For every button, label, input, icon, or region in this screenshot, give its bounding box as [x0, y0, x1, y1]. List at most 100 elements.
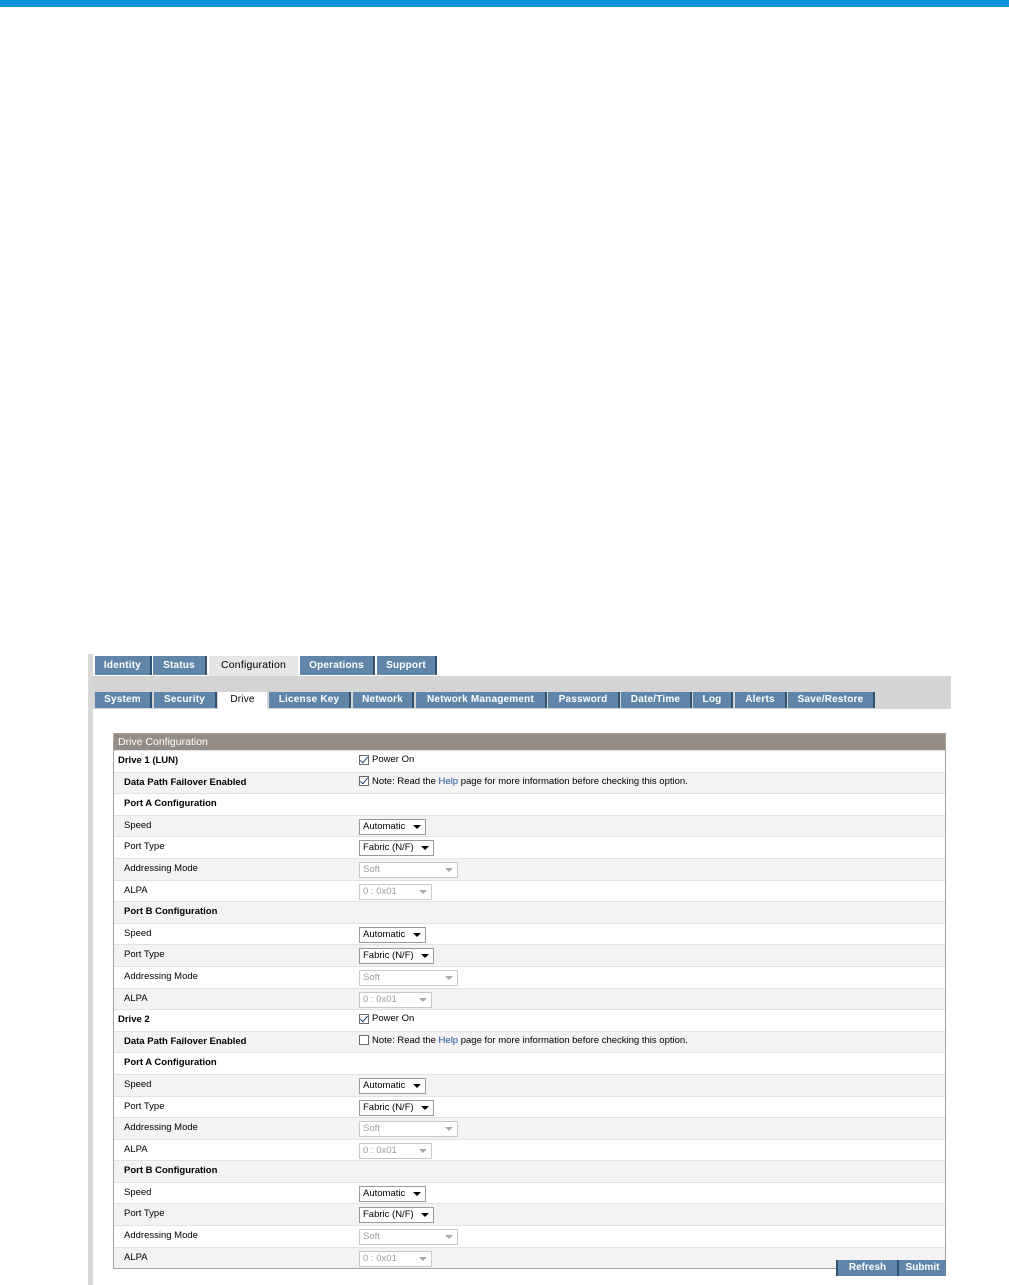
speed-row: Speed Automatic [114, 922, 945, 945]
alpa-select: 0 : 0x01 [359, 1250, 432, 1267]
speed-select[interactable]: Automatic [359, 818, 426, 835]
chevron-down-icon [419, 1148, 427, 1153]
submit-button[interactable]: Submit [897, 1260, 946, 1276]
port-type-row: Port Type Fabric (N/F) [114, 944, 945, 966]
port-type-label: Port Type [124, 841, 165, 853]
port-section-row: Port A Configuration [114, 1052, 945, 1074]
drive-name: Drive 2 [118, 1014, 150, 1026]
addressing-mode-row: Addressing Mode Soft [114, 1225, 945, 1247]
addressing-mode-row: Addressing Mode Soft [114, 857, 945, 880]
speed-label: Speed [124, 927, 152, 939]
tab-operations[interactable]: Operations [300, 656, 375, 675]
alpa-label: ALPA [124, 1143, 148, 1155]
tab-configuration[interactable]: Configuration [209, 656, 298, 678]
chevron-down-icon [445, 975, 453, 980]
subtab-save-restore[interactable]: Save/Restore [788, 692, 875, 708]
power-on-checkbox[interactable] [359, 754, 369, 765]
subtab-date-time[interactable]: Date/Time [621, 692, 692, 708]
port-type-label: Port Type [124, 1208, 165, 1220]
subtab-network-management[interactable]: Network Management [416, 692, 547, 708]
port-type-label: Port Type [124, 1100, 165, 1112]
addressing-mode-row: Addressing Mode Soft [114, 1117, 945, 1139]
alpa-row: ALPA 0 : 0x01 [114, 879, 945, 902]
chevron-down-icon [445, 1127, 453, 1132]
failover-checkbox[interactable] [359, 776, 369, 787]
port-a-heading: Port A Configuration [124, 1057, 217, 1069]
subtab-network[interactable]: Network [353, 692, 414, 708]
left-border [88, 654, 93, 1285]
alpa-select: 0 : 0x01 [359, 1142, 432, 1159]
chevron-down-icon [445, 867, 453, 872]
tab-identity[interactable]: Identity [95, 656, 152, 675]
drive-row: Drive 1 (LUN) Power On [114, 750, 945, 772]
subtab-drive[interactable]: Drive [218, 692, 267, 710]
chevron-down-icon [421, 954, 429, 959]
subtab-password[interactable]: Password [548, 692, 620, 708]
addressing-mode-select: Soft [359, 969, 458, 986]
port-type-select[interactable]: Fabric (N/F) [359, 1099, 434, 1116]
addressing-mode-label: Addressing Mode [124, 970, 198, 982]
port-b-heading: Port B Configuration [124, 906, 218, 918]
tab-support[interactable]: Support [377, 656, 437, 675]
chevron-down-icon [421, 846, 429, 851]
failover-note: Note: Read the Help page for more inform… [372, 775, 688, 787]
drive-name: Drive 1 (LUN) [118, 755, 179, 766]
subtab-log[interactable]: Log [693, 692, 733, 708]
addressing-mode-row: Addressing Mode Soft [114, 965, 945, 988]
failover-checkbox[interactable] [359, 1035, 369, 1046]
chevron-down-icon [421, 1213, 429, 1218]
help-link[interactable]: Help [439, 776, 459, 787]
speed-row: Speed Automatic [114, 814, 945, 837]
alpa-row: ALPA 0 : 0x01 [114, 987, 945, 1010]
subtab-system[interactable]: System [95, 692, 152, 708]
speed-row: Speed Automatic [114, 1181, 945, 1204]
port-section-row: Port B Configuration [114, 1160, 945, 1182]
alpa-select: 0 : 0x01 [359, 991, 432, 1008]
port-type-select[interactable]: Fabric (N/F) [359, 1207, 434, 1224]
failover-label: Data Path Failover Enabled [124, 776, 247, 788]
chevron-down-icon [413, 1083, 421, 1088]
addressing-mode-label: Addressing Mode [124, 1122, 198, 1134]
chevron-down-icon [413, 932, 421, 937]
port-type-select[interactable]: Fabric (N/F) [359, 840, 434, 857]
addressing-mode-label: Addressing Mode [124, 862, 198, 874]
port-section-row: Port B Configuration [114, 901, 945, 923]
speed-label: Speed [124, 1186, 152, 1198]
port-type-row: Port Type Fabric (N/F) [114, 836, 945, 858]
alpa-row: ALPA 0 : 0x01 [114, 1138, 945, 1161]
chevron-down-icon [421, 1105, 429, 1110]
subtab-license-key[interactable]: License Key [269, 692, 351, 708]
addressing-mode-select: Soft [359, 1229, 458, 1246]
port-type-row: Port Type Fabric (N/F) [114, 1203, 945, 1226]
alpa-label: ALPA [124, 884, 148, 896]
subtab-security[interactable]: Security [154, 692, 217, 708]
refresh-button[interactable]: Refresh [836, 1260, 897, 1276]
port-a-heading: Port A Configuration [124, 798, 217, 810]
addressing-mode-label: Addressing Mode [124, 1230, 198, 1242]
chevron-down-icon [445, 1235, 453, 1240]
port-type-row: Port Type Fabric (N/F) [114, 1095, 945, 1118]
tab-status[interactable]: Status [153, 656, 207, 675]
power-on-label: Power On [372, 754, 415, 765]
port-section-row: Port A Configuration [114, 793, 945, 815]
help-link[interactable]: Help [439, 1035, 459, 1046]
chevron-down-icon [419, 889, 427, 894]
port-type-select[interactable]: Fabric (N/F) [359, 948, 434, 965]
subtab-alerts[interactable]: Alerts [735, 692, 787, 708]
top-accent-bar [0, 0, 1009, 7]
speed-select[interactable]: Automatic [359, 1185, 426, 1202]
speed-select[interactable]: Automatic [359, 1077, 426, 1094]
chevron-down-icon [413, 824, 421, 829]
speed-select[interactable]: Automatic [359, 926, 426, 943]
failover-label: Data Path Failover Enabled [124, 1035, 247, 1047]
addressing-mode-select: Soft [359, 861, 458, 878]
addressing-mode-select: Soft [359, 1121, 458, 1138]
port-type-label: Port Type [124, 949, 165, 961]
chevron-down-icon [413, 1191, 421, 1196]
chevron-down-icon [419, 1256, 427, 1261]
power-on-checkbox[interactable] [359, 1013, 369, 1024]
panel-title: Drive Configuration [114, 734, 945, 750]
port-b-heading: Port B Configuration [124, 1165, 218, 1177]
alpa-label: ALPA [124, 1251, 148, 1263]
failover-row: Data Path Failover Enabled Note: Read th… [114, 1030, 945, 1053]
